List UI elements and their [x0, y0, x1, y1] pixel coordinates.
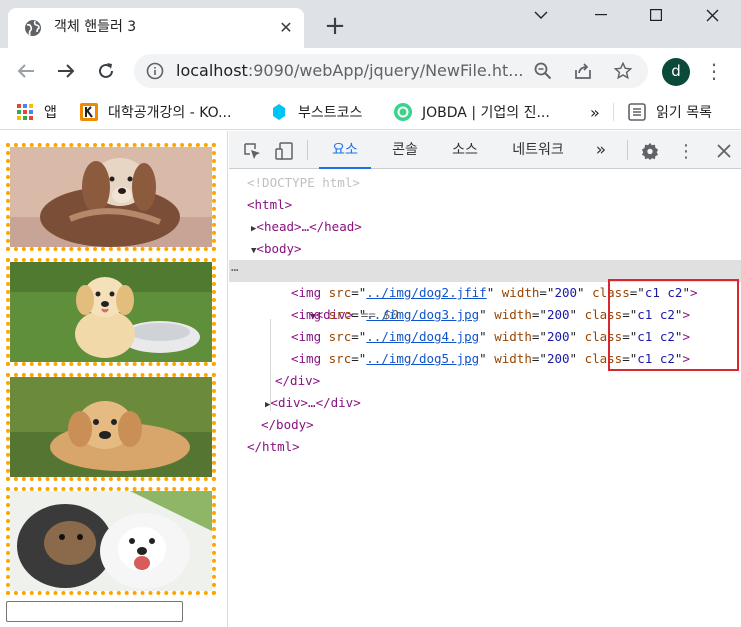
dom-head[interactable]: ▶<head>…</head> [229, 216, 741, 238]
div-close-tag: </div> [275, 373, 321, 388]
tab-elements[interactable]: 요소 [319, 131, 371, 169]
bookmark-apps[interactable]: 앱 [16, 102, 57, 122]
dom-html-open[interactable]: <html> [229, 194, 741, 216]
bookmark-label: 앱 [44, 105, 57, 121]
tab-console[interactable]: 콘솔 [379, 131, 431, 169]
dog-image-3[interactable] [6, 373, 216, 481]
html-close-tag: </html> [247, 439, 300, 454]
device-toggle-icon[interactable] [273, 140, 295, 162]
bookmark-label: 대학공개강의 - KO... [108, 105, 232, 121]
tab-network[interactable]: 네트워크 [501, 131, 575, 169]
apps-grid-icon [17, 104, 33, 120]
reload-icon[interactable] [94, 59, 118, 83]
node-actions-icon[interactable]: … [231, 256, 239, 278]
page-viewport [0, 131, 228, 627]
devtools-toolbar: 요소 콘솔 소스 네트워크 » ⋮ [229, 131, 741, 169]
globe-icon [25, 20, 41, 36]
tab-title: 객체 핸들러 3 [54, 19, 137, 35]
bookmarks-divider [613, 103, 614, 121]
reading-list-icon [628, 103, 646, 121]
bookmark-label: 부스트코스 [298, 105, 363, 121]
more-tabs-button[interactable]: » [587, 131, 615, 169]
bookmark-label: JOBDA | 기업의 진... [422, 105, 550, 121]
url-host: localhost [176, 61, 248, 80]
url-text: localhost:9090/webApp/jquery/NewFile.ht.… [176, 61, 524, 81]
tab-search-icon[interactable] [513, 0, 569, 30]
bookmark-reading-list[interactable]: 읽기 목록 [628, 102, 712, 122]
img-src-link[interactable]: ../img/dog3.jpg [366, 307, 479, 322]
bookmarks-overflow-button[interactable]: » [590, 102, 600, 122]
boostcourse-icon [273, 104, 285, 120]
bookmark-star-icon[interactable] [612, 60, 634, 82]
html-tag: <html> [247, 197, 293, 212]
dom-tree[interactable]: <!DOCTYPE html> <html> ▶<head>…</head> ▼… [229, 170, 741, 627]
doctype-text: <!DOCTYPE html> [247, 175, 360, 190]
browser-tab[interactable]: 객체 핸들러 3 ✕ [8, 8, 304, 48]
img-width: 200 [554, 285, 578, 300]
body-tag: <body> [256, 241, 302, 256]
dom-html-close[interactable]: </html> [229, 436, 741, 458]
dom-div-close[interactable]: </div> [229, 370, 741, 392]
tab-close-icon[interactable]: ✕ [276, 18, 296, 38]
bookmarks-bar: 앱 대학공개강의 - KO... 부스트코스 JOBDA | 기업의 진... … [0, 94, 741, 130]
dom-div-collapsed[interactable]: ▶<div>…</div> [229, 392, 741, 414]
dog-image-1[interactable] [6, 143, 216, 251]
class-attribute-highlight [608, 279, 739, 371]
devtools-divider [627, 140, 628, 160]
settings-gear-icon[interactable] [639, 140, 661, 162]
title-bar: 객체 핸들러 3 ✕ + [0, 0, 741, 48]
dom-doctype[interactable]: <!DOCTYPE html> [229, 172, 741, 194]
img-src-link[interactable]: ../img/dog4.jpg [366, 329, 479, 344]
img-width: 200 [546, 307, 570, 322]
bookmark-label: 읽기 목록 [656, 105, 712, 121]
devtools-panel: 요소 콘솔 소스 네트워크 » ⋮ <!DOCTYPE html> <html>… [229, 131, 741, 627]
jobda-icon [394, 103, 412, 121]
back-arrow-icon[interactable] [14, 59, 38, 83]
devtools-close-icon[interactable] [713, 140, 735, 162]
devtools-divider [307, 140, 308, 160]
head-tag: <head>…</head> [256, 219, 362, 234]
kocw-icon [80, 103, 98, 121]
url-path: :9090/webApp/jquery/NewFile.ht... [247, 61, 524, 80]
zoom-icon[interactable] [532, 60, 554, 82]
dom-body-close[interactable]: </body> [229, 414, 741, 436]
img-src-link[interactable]: ../img/dog2.jfif [366, 285, 486, 300]
more-menu-icon[interactable]: ⋮ [704, 60, 724, 84]
div-collapsed-tag: <div>…</div> [270, 395, 361, 410]
bookmark-kocw[interactable]: 대학공개강의 - KO... [80, 102, 231, 122]
tab-sources[interactable]: 소스 [439, 131, 491, 169]
text-input[interactable] [6, 601, 183, 622]
address-bar[interactable]: localhost:9090/webApp/jquery/NewFile.ht.… [134, 54, 648, 88]
inspect-element-icon[interactable] [241, 140, 263, 162]
bookmark-jobda[interactable]: JOBDA | 기업의 진... [394, 102, 550, 122]
browser-toolbar: localhost:9090/webApp/jquery/NewFile.ht.… [0, 48, 741, 94]
img-src-link[interactable]: ../img/dog5.jpg [366, 351, 479, 366]
forward-arrow-icon[interactable] [54, 59, 78, 83]
bookmark-boostcourse[interactable]: 부스트코스 [270, 102, 362, 122]
new-tab-button[interactable]: + [322, 13, 348, 40]
devtools-more-icon[interactable]: ⋮ [675, 140, 697, 162]
profile-avatar[interactable]: d [662, 58, 690, 86]
dog-image-2[interactable] [6, 258, 216, 366]
minimize-icon[interactable] [573, 0, 629, 30]
img-width: 200 [546, 351, 570, 366]
share-icon[interactable] [572, 60, 594, 82]
maximize-icon[interactable] [628, 0, 684, 30]
body-close-tag: </body> [261, 417, 314, 432]
dog-image-4[interactable] [6, 487, 216, 595]
site-info-icon[interactable] [146, 62, 164, 80]
close-window-icon[interactable] [684, 0, 740, 30]
dom-body-open[interactable]: ▼<body> [229, 238, 741, 260]
img-width: 200 [546, 329, 570, 344]
